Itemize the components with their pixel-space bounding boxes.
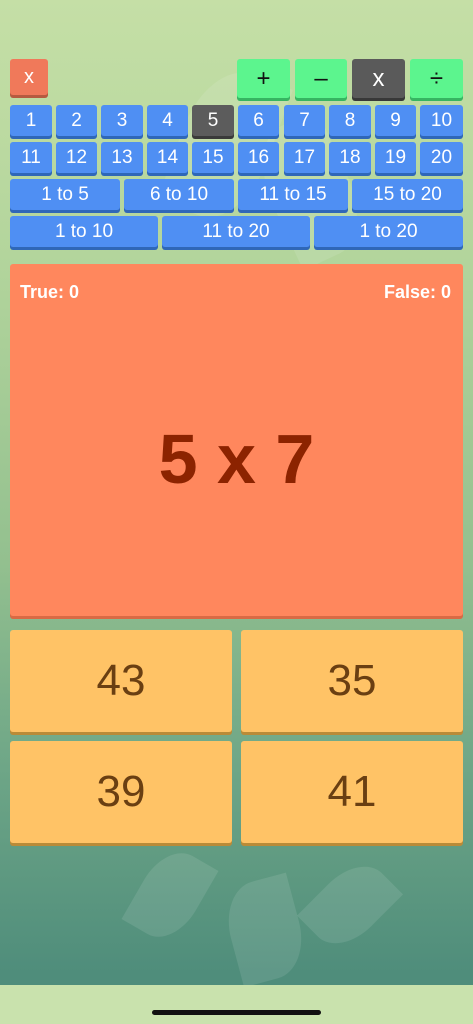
- range-button-11-to-15[interactable]: 11 to 15: [238, 179, 348, 210]
- divide-icon: ÷: [429, 64, 444, 92]
- number-button-14[interactable]: 14: [147, 142, 188, 173]
- true-count: True: 0: [20, 282, 80, 302]
- multiply-icon: x: [372, 64, 385, 92]
- answer-button-1[interactable]: 43: [10, 630, 232, 732]
- number-button-1[interactable]: 1: [10, 105, 52, 136]
- range-button-1-to-5[interactable]: 1 to 5: [10, 179, 120, 210]
- operation-divide-button[interactable]: ÷: [410, 59, 463, 98]
- number-button-9[interactable]: 9: [375, 105, 416, 136]
- number-button-19[interactable]: 19: [375, 142, 416, 173]
- answer-button-3[interactable]: 39: [10, 741, 232, 843]
- number-button-15[interactable]: 15: [192, 142, 234, 173]
- background-leaf: [296, 851, 404, 959]
- background-leaf: [121, 841, 219, 949]
- background-leaf: [218, 872, 312, 988]
- minus-icon: –: [314, 64, 328, 92]
- plus-icon: +: [256, 64, 271, 92]
- range-button-1-to-10[interactable]: 1 to 10: [10, 216, 158, 247]
- number-button-16[interactable]: 16: [238, 142, 279, 173]
- range-button-1-to-20[interactable]: 1 to 20: [314, 216, 463, 247]
- operation-multiply-button[interactable]: x: [352, 59, 405, 98]
- number-button-8[interactable]: 8: [329, 105, 371, 136]
- range-button-11-to-20[interactable]: 11 to 20: [162, 216, 310, 247]
- question-panel: True: 0 False: 0 5 x 7: [10, 264, 463, 616]
- number-button-18[interactable]: 18: [329, 142, 371, 173]
- answer-button-2[interactable]: 35: [241, 630, 463, 732]
- number-button-4[interactable]: 4: [147, 105, 188, 136]
- number-button-2[interactable]: 2: [56, 105, 97, 136]
- number-button-11[interactable]: 11: [10, 142, 52, 173]
- number-button-13[interactable]: 13: [101, 142, 143, 173]
- close-icon: x: [24, 65, 34, 88]
- answer-button-4[interactable]: 41: [241, 741, 463, 843]
- bottom-bar: [0, 985, 473, 1024]
- home-indicator[interactable]: [152, 1010, 321, 1015]
- number-button-17[interactable]: 17: [284, 142, 325, 173]
- number-button-5[interactable]: 5: [192, 105, 234, 136]
- number-button-12[interactable]: 12: [56, 142, 97, 173]
- question-text: 5 x 7: [158, 420, 315, 498]
- close-button[interactable]: x: [10, 59, 48, 95]
- operation-subtract-button[interactable]: –: [295, 59, 347, 98]
- operation-add-button[interactable]: +: [237, 59, 290, 98]
- number-button-7[interactable]: 7: [284, 105, 325, 136]
- false-count: False: 0: [383, 282, 451, 302]
- number-button-6[interactable]: 6: [238, 105, 279, 136]
- range-button-6-to-10[interactable]: 6 to 10: [124, 179, 234, 210]
- number-button-3[interactable]: 3: [101, 105, 143, 136]
- number-button-20[interactable]: 20: [420, 142, 463, 173]
- range-button-15-to-20[interactable]: 15 to 20: [352, 179, 463, 210]
- number-button-10[interactable]: 10: [420, 105, 463, 136]
